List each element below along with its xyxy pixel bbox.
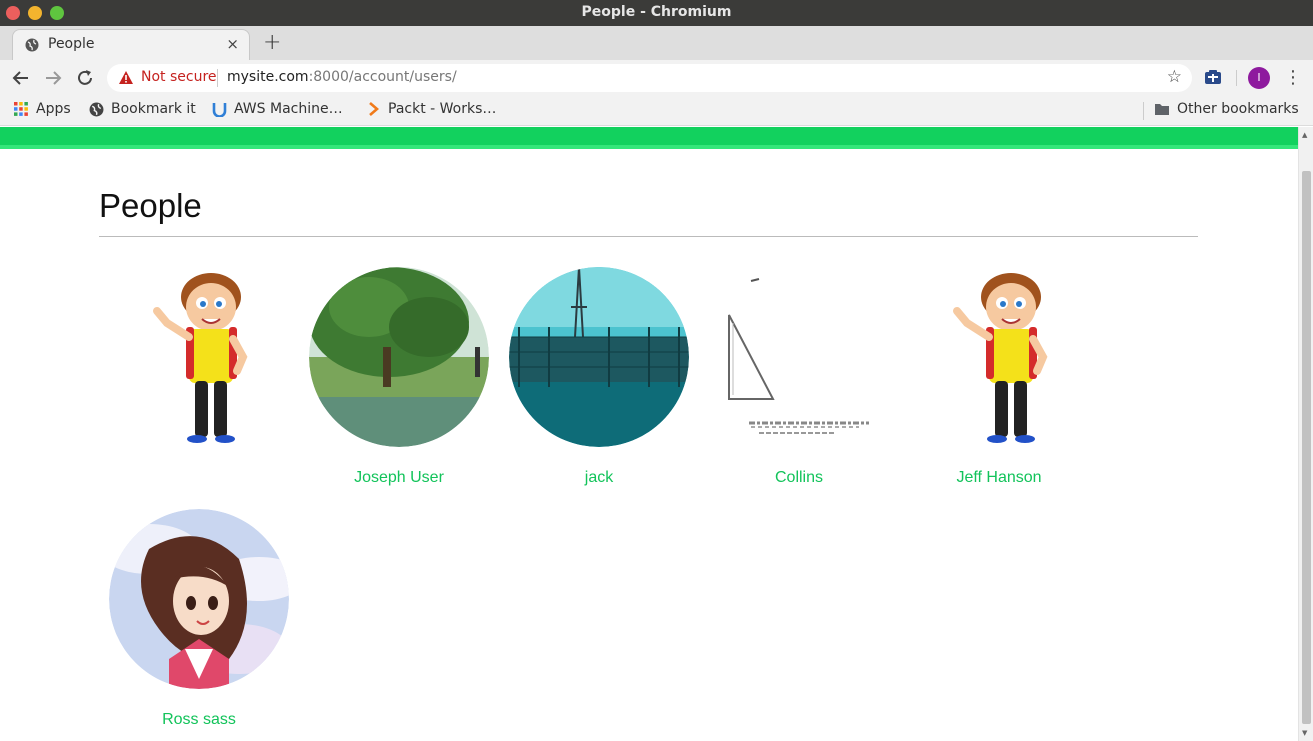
bookmark-packt-label: Packt - Works… (388, 101, 497, 117)
reload-icon[interactable] (74, 67, 96, 89)
folder-icon (1155, 104, 1169, 115)
person-name-link[interactable]: Joseph User (299, 469, 499, 487)
page-viewport: People Joseph User jack Collins Jeff Han… (0, 127, 1298, 741)
page-title: People (99, 187, 202, 224)
page-scrollbar[interactable]: ▲ ▼ (1298, 127, 1313, 741)
globe-icon (25, 38, 39, 52)
bookmarks-bar: Apps Bookmark it AWS Machine… Packt - Wo… (0, 96, 1313, 126)
person-card[interactable]: jack (499, 267, 699, 487)
udemy-logo-icon (212, 103, 227, 117)
new-tab-button[interactable]: + (263, 30, 281, 55)
person-name-link[interactable]: Collins (699, 469, 899, 487)
window-title: People - Chromium (581, 4, 732, 20)
browser-toolbar: Not secure mysite.com:8000/account/users… (0, 60, 1313, 96)
bookmark-packt[interactable]: Packt - Works… (367, 101, 496, 117)
profile-avatar[interactable]: I (1248, 67, 1270, 89)
window-titlebar: People - Chromium (0, 0, 1313, 26)
url-host: mysite.com (227, 69, 309, 85)
cartoon-boy-avatar[interactable] (909, 267, 1089, 447)
bookmark-apps[interactable]: Apps (13, 101, 71, 117)
bookmark-other[interactable]: Other bookmarks (1154, 101, 1299, 117)
person-name-link[interactable]: Ross sass (99, 711, 299, 729)
bookmark-other-label: Other bookmarks (1177, 101, 1299, 117)
tab-close-icon[interactable]: × (226, 35, 239, 53)
back-arrow-icon[interactable] (10, 67, 32, 89)
person-card[interactable]: Jeff Hanson (899, 267, 1099, 487)
anime-girl-avatar[interactable] (109, 509, 289, 689)
tab-title: People (48, 36, 95, 52)
person-card[interactable]: Ross sass (99, 509, 299, 729)
site-header-bar (0, 127, 1298, 149)
bookmarks-separator (1143, 102, 1144, 120)
person-card[interactable]: Joseph User (299, 267, 499, 487)
scroll-down-arrow-icon[interactable]: ▼ (1302, 729, 1307, 737)
address-bar[interactable]: Not secure mysite.com:8000/account/users… (107, 64, 1192, 92)
bookmark-star-icon[interactable]: ☆ (1167, 67, 1182, 87)
url-text[interactable]: mysite.com:8000/account/users/ (227, 69, 457, 85)
cartoon-boy-avatar[interactable] (109, 267, 289, 447)
omnibox-divider (217, 69, 218, 87)
packt-logo-icon (369, 102, 379, 116)
apps-grid-icon (14, 102, 28, 116)
tab-people[interactable]: People × (12, 29, 250, 60)
bookmark-bookmark-it[interactable]: Bookmark it (89, 101, 196, 117)
more-menu-icon[interactable]: ⋮ (1284, 67, 1302, 89)
warning-triangle-icon[interactable] (118, 70, 134, 85)
person-name-link[interactable]: jack (499, 469, 699, 487)
bookmark-aws-label: AWS Machine… (234, 101, 343, 117)
scrollbar-thumb[interactable] (1302, 171, 1311, 724)
person-card[interactable]: Collins (699, 267, 899, 487)
person-card[interactable] (99, 267, 299, 447)
tab-strip: People × + (0, 26, 1313, 60)
forward-arrow-icon[interactable] (42, 67, 64, 89)
toolbar-separator (1236, 70, 1237, 86)
bookmark-aws[interactable]: AWS Machine… (212, 101, 343, 117)
not-secure-label[interactable]: Not secure (141, 69, 217, 85)
title-divider (99, 236, 1198, 237)
scroll-up-arrow-icon[interactable]: ▲ (1302, 131, 1307, 139)
person-name-link[interactable]: Jeff Hanson (899, 469, 1099, 487)
globe-icon (89, 102, 104, 116)
bookmark-apps-label: Apps (36, 101, 71, 117)
extension-icon[interactable] (1204, 69, 1222, 85)
sketch-avatar[interactable] (709, 267, 889, 447)
bookmark-bookmark-it-label: Bookmark it (111, 101, 196, 117)
tree-photo-avatar[interactable] (309, 267, 489, 447)
url-path: :8000/account/users/ (308, 69, 457, 85)
fence-photo-avatar[interactable] (509, 267, 689, 447)
